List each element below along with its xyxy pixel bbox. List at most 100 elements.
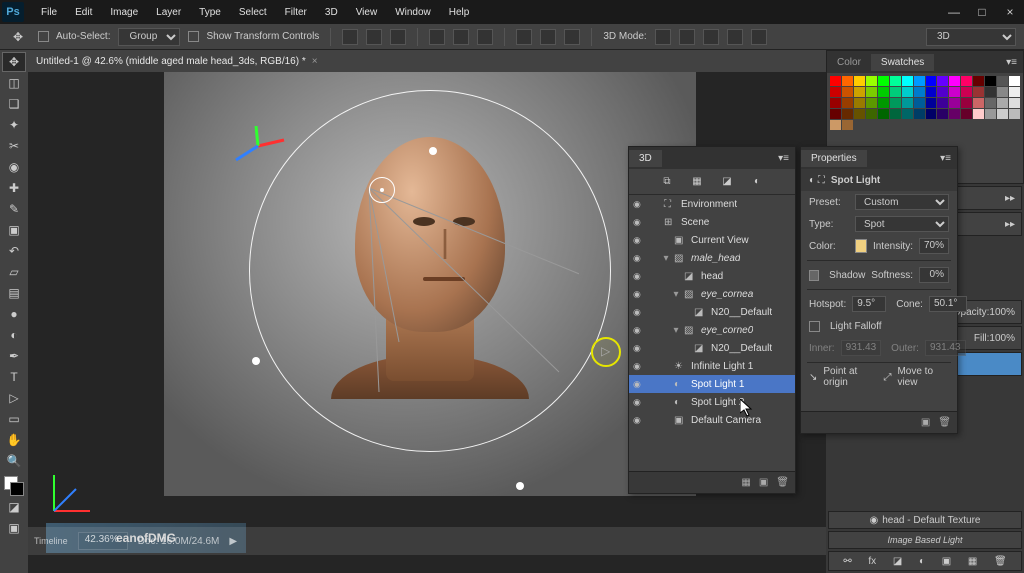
swatch[interactable] (830, 98, 841, 108)
shape-tool[interactable]: ▭ (2, 409, 26, 429)
swatch[interactable] (830, 109, 841, 119)
swatch[interactable] (890, 87, 901, 97)
visibility-eye-icon[interactable]: ◉ (633, 397, 645, 407)
marquee-tool[interactable]: ◫ (2, 73, 26, 93)
menu-item-select[interactable]: Select (230, 3, 276, 22)
target-select[interactable]: Group (118, 28, 180, 46)
swatch[interactable] (890, 109, 901, 119)
swatch[interactable] (949, 76, 960, 86)
tree-row[interactable]: ◉⛶Environment (629, 195, 795, 213)
swatch[interactable] (878, 98, 889, 108)
stamp-tool[interactable]: ▣ (2, 220, 26, 240)
align-icon[interactable] (342, 29, 358, 45)
swatch[interactable] (878, 109, 889, 119)
menu-item-3d[interactable]: 3D (316, 3, 347, 22)
visibility-eye-icon[interactable]: ◉ (633, 379, 645, 389)
lasso-tool[interactable]: ❑ (2, 94, 26, 114)
visibility-eye-icon[interactable]: ◉ (633, 289, 645, 299)
swatch[interactable] (830, 87, 841, 97)
move-view-button[interactable]: Move to view (897, 366, 949, 388)
menu-item-image[interactable]: Image (101, 3, 147, 22)
new-icon[interactable]: ▦ (741, 477, 750, 488)
arrange-icon[interactable] (540, 29, 556, 45)
color-swatch-input[interactable] (855, 239, 867, 253)
cone-field[interactable]: 50.1° (929, 296, 967, 312)
link-icon[interactable]: ⚯ (843, 556, 851, 567)
disclosure-icon[interactable]: ▾ (671, 325, 681, 336)
menu-item-view[interactable]: View (347, 3, 387, 22)
swatch[interactable] (937, 98, 948, 108)
gizmo-handle[interactable] (516, 482, 524, 490)
crop-tool[interactable]: ✂ (2, 136, 26, 156)
blur-tool[interactable]: ● (2, 304, 26, 324)
tree-row[interactable]: ◉◪N20__Default (629, 339, 795, 357)
swatch[interactable] (866, 76, 877, 86)
tree-row[interactable]: ◉▣Default Camera (629, 411, 795, 429)
magic-wand-tool[interactable]: ✦ (2, 115, 26, 135)
visibility-eye-icon[interactable]: ◉ (633, 361, 645, 371)
history-brush-tool[interactable]: ↶ (2, 241, 26, 261)
cone-angle-gizmo[interactable] (591, 337, 621, 367)
swatch[interactable] (985, 109, 996, 119)
swatch[interactable] (890, 98, 901, 108)
swatch[interactable] (961, 76, 972, 86)
visibility-eye-icon[interactable]: ◉ (633, 271, 645, 281)
tab-color[interactable]: Color (827, 54, 871, 71)
swatch[interactable] (842, 109, 853, 119)
swatch[interactable] (985, 76, 996, 86)
visibility-eye-icon[interactable]: ◉ (633, 307, 645, 317)
swatch[interactable] (914, 87, 925, 97)
close-tab-icon[interactable]: × (312, 56, 318, 67)
swatch[interactable] (985, 98, 996, 108)
swatch[interactable] (973, 98, 984, 108)
menu-item-filter[interactable]: Filter (276, 3, 316, 22)
swatch[interactable] (949, 87, 960, 97)
swatch[interactable] (842, 98, 853, 108)
3d-axis-widget[interactable] (46, 469, 96, 519)
show-transform-checkbox[interactable]: Show Transform Controls (188, 31, 319, 42)
swatch[interactable] (866, 98, 877, 108)
tree-row[interactable]: ◉⊞Scene (629, 213, 795, 231)
trash-icon[interactable]: 🗑 (776, 477, 789, 488)
tab-3d[interactable]: 3D (629, 150, 662, 167)
swatch[interactable] (937, 87, 948, 97)
swatch[interactable] (902, 87, 913, 97)
move-tool[interactable]: ✥ (2, 52, 26, 72)
light-origin-gizmo[interactable] (369, 177, 395, 203)
tree-row[interactable]: ◉▾▨eye_corne0 (629, 321, 795, 339)
tree-row[interactable]: ◉◐Spot Light 2 (629, 393, 795, 411)
disclosure-icon[interactable]: ▾ (661, 253, 671, 264)
filter-light-icon[interactable]: ◐ (748, 173, 766, 191)
type-select[interactable]: Spot (855, 216, 949, 232)
visibility-eye-icon[interactable]: ◉ (633, 253, 645, 263)
swatch[interactable] (854, 76, 865, 86)
auto-select-checkbox[interactable]: Auto-Select: (38, 31, 110, 42)
arrange-icon[interactable] (564, 29, 580, 45)
menu-item-help[interactable]: Help (440, 3, 479, 22)
swatch[interactable] (830, 120, 841, 130)
swatch[interactable] (902, 98, 913, 108)
arrange-icon[interactable] (516, 29, 532, 45)
tree-row[interactable]: ◉◪N20__Default (629, 303, 795, 321)
swatch[interactable] (985, 87, 996, 97)
maximize-button[interactable]: □ (968, 1, 996, 23)
3d-roll-icon[interactable] (679, 29, 695, 45)
softness-field[interactable]: 0% (919, 267, 949, 283)
swatch[interactable] (830, 76, 841, 86)
menu-item-edit[interactable]: Edit (66, 3, 101, 22)
swatch[interactable] (973, 87, 984, 97)
swatch[interactable] (854, 98, 865, 108)
falloff-checkbox[interactable] (809, 321, 820, 332)
tree-row[interactable]: ◉◐Spot Light 1 (629, 375, 795, 393)
swatch[interactable] (1009, 87, 1020, 97)
swatch[interactable] (961, 109, 972, 119)
swatch[interactable] (926, 98, 937, 108)
distribute-icon[interactable] (477, 29, 493, 45)
tab-properties[interactable]: Properties (801, 150, 867, 167)
tree-row[interactable]: ◉▾▨male_head (629, 249, 795, 267)
3d-pan-icon[interactable] (703, 29, 719, 45)
swatch[interactable] (890, 76, 901, 86)
filter-mesh-icon[interactable]: ▦ (688, 173, 706, 191)
type-tool[interactable]: T (2, 367, 26, 387)
visibility-eye-icon[interactable]: ◉ (633, 343, 645, 353)
